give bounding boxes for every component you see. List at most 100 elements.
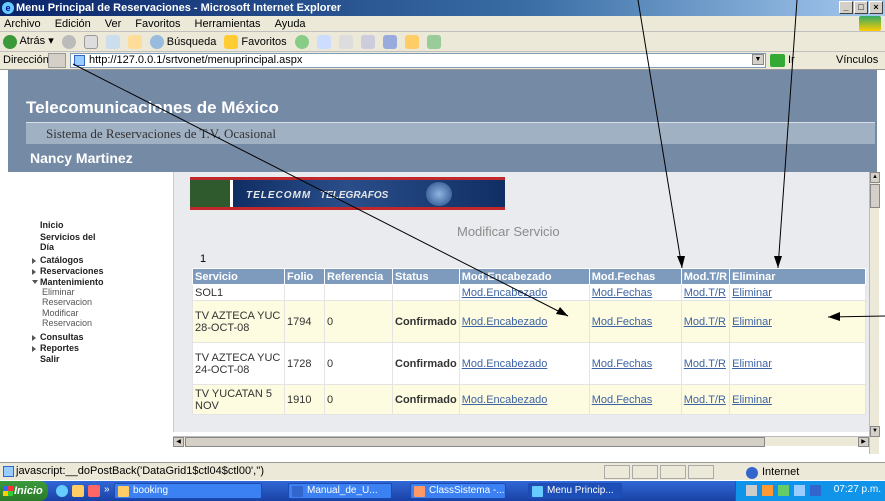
address-history-icon[interactable] bbox=[48, 53, 66, 68]
mail-icon[interactable] bbox=[338, 34, 353, 49]
menu-ver[interactable]: Ver bbox=[105, 16, 122, 31]
menu-herramientas[interactable]: Herramientas bbox=[195, 16, 261, 31]
word-icon bbox=[292, 486, 303, 497]
globe-icon bbox=[426, 182, 452, 206]
history-icon[interactable] bbox=[316, 34, 331, 49]
ie-icon bbox=[532, 486, 543, 497]
menu-archivo[interactable]: Archivo bbox=[4, 16, 41, 31]
window-title: Menu Principal de Reservaciones - Micros… bbox=[16, 2, 342, 14]
address-dropdown-button[interactable]: ▼ bbox=[752, 54, 764, 65]
mod-encabezado-link[interactable]: Mod.Encabezado bbox=[462, 316, 548, 328]
address-input[interactable]: http://127.0.0.1/srtvonet/menuprincipal.… bbox=[70, 53, 766, 68]
quicklaunch-app-icon[interactable] bbox=[88, 485, 100, 497]
status-bar: javascript:__doPostBack('DataGrid1$ctl04… bbox=[0, 462, 885, 480]
task-menu-principal[interactable]: Menu Princip... bbox=[528, 483, 622, 499]
folder-icon[interactable] bbox=[404, 34, 419, 49]
app-icon bbox=[414, 486, 425, 497]
mod-encabezado-link[interactable]: Mod.Encabezado bbox=[462, 358, 548, 370]
mod-tr-link[interactable]: Mod.T/R bbox=[684, 394, 726, 406]
pager-page-number[interactable]: 1 bbox=[200, 253, 206, 265]
scroll-thumb[interactable] bbox=[185, 437, 765, 447]
task-classsistema[interactable]: ClassSistema -... bbox=[410, 483, 506, 499]
tray-icon[interactable] bbox=[746, 485, 757, 496]
table-row: TV AZTECA YUC 24-OCT-08 1728 0 Confirmad… bbox=[192, 342, 866, 385]
task-manual[interactable]: Manual_de_U... bbox=[288, 483, 392, 499]
maximize-button[interactable]: □ bbox=[854, 1, 868, 14]
expand-arrow-icon bbox=[32, 346, 36, 352]
mod-tr-link[interactable]: Mod.T/R bbox=[684, 358, 726, 370]
mod-encabezado-link[interactable]: Mod.Encabezado bbox=[462, 394, 548, 406]
nav-mantenimiento[interactable]: Mantenimiento bbox=[40, 277, 104, 287]
go-arrow-icon[interactable] bbox=[770, 54, 785, 67]
tray-icon[interactable] bbox=[762, 485, 773, 496]
scroll-right-icon[interactable]: ▶ bbox=[858, 437, 869, 447]
tray-icon[interactable] bbox=[810, 485, 821, 496]
mod-tr-link[interactable]: Mod.T/R bbox=[684, 287, 726, 299]
scroll-thumb[interactable] bbox=[870, 184, 880, 208]
scroll-up-icon[interactable]: ▲ bbox=[870, 172, 880, 183]
col-referencia: Referencia bbox=[324, 268, 393, 285]
nav-reservaciones[interactable]: Reservaciones bbox=[40, 266, 104, 276]
media-icon[interactable] bbox=[294, 34, 309, 49]
forward-icon[interactable] bbox=[61, 34, 76, 49]
nav-inicio[interactable]: Inicio bbox=[40, 220, 64, 230]
eliminar-link[interactable]: Eliminar bbox=[732, 287, 772, 299]
mod-fechas-link[interactable]: Mod.Fechas bbox=[592, 394, 653, 406]
mod-fechas-link[interactable]: Mod.Fechas bbox=[592, 358, 653, 370]
minimize-button[interactable]: _ bbox=[839, 1, 853, 14]
home-icon[interactable] bbox=[127, 34, 142, 49]
scroll-down-icon[interactable]: ▼ bbox=[870, 426, 880, 437]
nav-servicios-del-dia[interactable]: Servicios del Día bbox=[40, 232, 110, 252]
nav-salir[interactable]: Salir bbox=[40, 354, 60, 364]
banner-telecomm-text: TELECOMM bbox=[246, 190, 312, 201]
eliminar-link[interactable]: Eliminar bbox=[732, 316, 772, 328]
menu-favoritos[interactable]: Favoritos bbox=[135, 16, 180, 31]
tray-icon[interactable] bbox=[778, 485, 789, 496]
messenger-icon[interactable] bbox=[426, 34, 441, 49]
cell-status: Confirmado bbox=[392, 384, 460, 415]
eliminar-link[interactable]: Eliminar bbox=[732, 358, 772, 370]
menu-edicion[interactable]: Edición bbox=[55, 16, 91, 31]
table-row: SOL1 Mod.Encabezado Mod.Fechas Mod.T/R E… bbox=[192, 284, 866, 301]
search-button[interactable]: Búsqueda bbox=[149, 34, 216, 49]
quicklaunch-more-icon[interactable]: » bbox=[104, 484, 110, 495]
nav-eliminar-reservacion[interactable]: Eliminar Reservacion bbox=[42, 287, 104, 307]
taskbar: Inicio » booking Manual_de_U... ClassSis… bbox=[0, 481, 885, 501]
browser-window: e Menu Principal de Reservaciones - Micr… bbox=[0, 0, 885, 501]
close-button[interactable]: × bbox=[869, 1, 883, 14]
nav-reportes[interactable]: Reportes bbox=[40, 343, 79, 353]
mod-fechas-link[interactable]: Mod.Fechas bbox=[592, 287, 653, 299]
site-title: Telecomunicaciones de México bbox=[26, 98, 279, 117]
start-button[interactable]: Inicio bbox=[0, 481, 48, 501]
refresh-icon[interactable] bbox=[105, 34, 120, 49]
cell-folio: 1794 bbox=[284, 300, 325, 343]
favorites-button[interactable]: Favoritos bbox=[224, 34, 287, 49]
tray-icon[interactable] bbox=[794, 485, 805, 496]
vertical-scrollbar[interactable]: ▲ ▼ bbox=[869, 172, 880, 454]
go-button[interactable]: Ir bbox=[788, 54, 795, 66]
globe-icon bbox=[746, 467, 758, 479]
edit-icon[interactable] bbox=[382, 34, 397, 49]
task-booking[interactable]: booking bbox=[114, 483, 262, 499]
menu-ayuda[interactable]: Ayuda bbox=[275, 16, 306, 31]
eliminar-link[interactable]: Eliminar bbox=[732, 394, 772, 406]
services-grid: Servicio Folio Referencia Status Mod.Enc… bbox=[192, 268, 866, 415]
nav-catalogos[interactable]: Catálogos bbox=[40, 255, 84, 265]
back-button[interactable]: Atrás ▾ bbox=[3, 34, 54, 49]
quicklaunch-folder-icon[interactable] bbox=[72, 485, 84, 497]
mod-fechas-link[interactable]: Mod.Fechas bbox=[592, 316, 653, 328]
status-text: javascript:__doPostBack('DataGrid1$ctl04… bbox=[16, 465, 265, 477]
col-mod-tr: Mod.T/R bbox=[680, 268, 731, 285]
mod-tr-link[interactable]: Mod.T/R bbox=[684, 316, 726, 328]
horizontal-scrollbar[interactable]: ◀ ▶ bbox=[173, 436, 869, 447]
quicklaunch-ie-icon[interactable] bbox=[56, 485, 68, 497]
print-icon[interactable] bbox=[360, 34, 375, 49]
nav-consultas[interactable]: Consultas bbox=[40, 332, 84, 342]
nav-modificar-reservacion[interactable]: Modificar Reservacion bbox=[42, 308, 104, 328]
col-mod-fechas: Mod.Fechas bbox=[588, 268, 682, 285]
scroll-left-icon[interactable]: ◀ bbox=[173, 437, 184, 447]
links-button[interactable]: Vínculos bbox=[836, 54, 878, 66]
toolbar: Atrás ▾ Búsqueda Favoritos bbox=[0, 32, 885, 52]
stop-icon[interactable] bbox=[83, 34, 98, 49]
mod-encabezado-link[interactable]: Mod.Encabezado bbox=[462, 287, 548, 299]
